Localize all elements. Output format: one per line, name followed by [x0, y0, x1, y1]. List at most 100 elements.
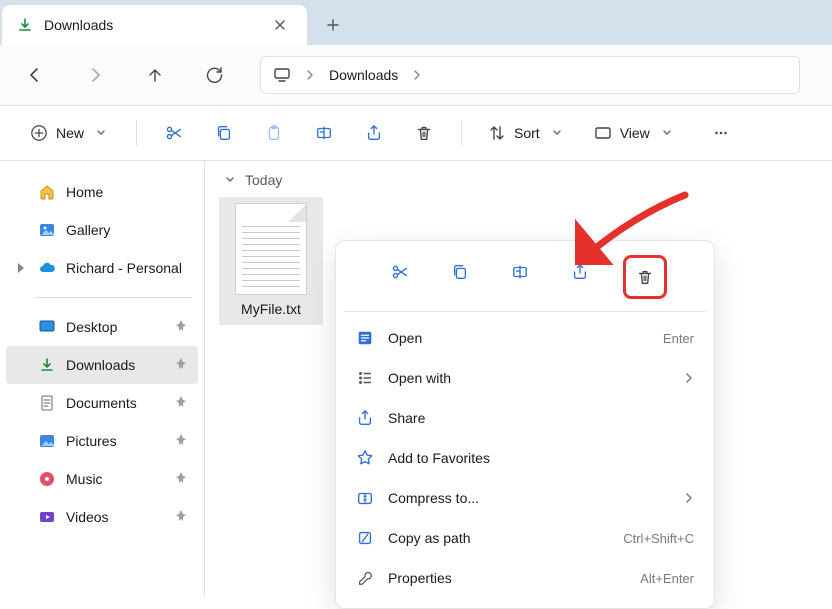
ctx-item-label: Copy as path [388, 530, 609, 546]
divider [136, 120, 137, 146]
download-arrow-icon [16, 16, 34, 34]
videos-icon [38, 508, 56, 526]
new-button-label: New [56, 125, 84, 141]
forward-button[interactable] [80, 60, 110, 90]
sort-label: Sort [514, 125, 540, 141]
rename-button[interactable] [303, 114, 345, 152]
ctx-item-copy-path[interactable]: Copy as path Ctrl+Shift+C [344, 518, 706, 558]
scissors-icon [165, 124, 183, 142]
view-label: View [620, 125, 650, 141]
ctx-item-label: Compress to... [388, 490, 670, 506]
chevron-down-icon [548, 124, 566, 142]
nav-row: Downloads [0, 45, 832, 105]
ctx-item-open-with[interactable]: Open with [344, 358, 706, 398]
ctx-item-accel: Alt+Enter [640, 571, 694, 586]
copy-icon [215, 124, 233, 142]
document-icon [38, 394, 56, 412]
tab-downloads[interactable]: Downloads [2, 5, 307, 45]
breadcrumb-segment[interactable]: Downloads [329, 67, 398, 83]
sidebar-item-label: Downloads [66, 357, 135, 373]
sidebar-item-documents[interactable]: Documents [6, 384, 198, 422]
share-icon [365, 124, 383, 142]
sidebar-item-home[interactable]: Home [6, 173, 198, 211]
sidebar-item-label: Desktop [66, 319, 117, 335]
trash-icon [415, 124, 433, 142]
group-header-label: Today [245, 172, 282, 188]
sidebar-item-label: Pictures [66, 433, 117, 449]
file-item[interactable]: MyFile.txt [219, 197, 323, 325]
chevron-right-icon [684, 493, 694, 503]
ctx-item-open[interactable]: Open Enter [344, 318, 706, 358]
highlighted-delete [623, 255, 667, 299]
file-name: MyFile.txt [223, 301, 319, 317]
sidebar-item-videos[interactable]: Videos [6, 498, 198, 536]
sidebar-item-music[interactable]: Music [6, 460, 198, 498]
ctx-cut-button[interactable] [383, 255, 417, 289]
copy-icon [451, 263, 469, 281]
delete-button[interactable] [403, 114, 445, 152]
sidebar-item-desktop[interactable]: Desktop [6, 308, 198, 346]
pin-icon [174, 395, 190, 411]
context-menu: Open Enter Open with Share Add to Favori… [335, 240, 715, 609]
download-arrow-icon [38, 356, 56, 374]
pin-icon [174, 319, 190, 335]
sidebar: Home Gallery Richard - Personal Desktop … [0, 161, 205, 597]
rename-icon [315, 124, 333, 142]
sidebar-item-onedrive[interactable]: Richard - Personal [6, 249, 198, 287]
new-button[interactable]: New [20, 120, 120, 146]
new-tab-button[interactable] [313, 5, 353, 45]
ctx-item-share[interactable]: Share [344, 398, 706, 438]
breadcrumb[interactable]: Downloads [260, 56, 800, 94]
ctx-item-label: Properties [388, 570, 626, 586]
pin-icon [174, 509, 190, 525]
command-bar: New Sort [0, 105, 832, 161]
cloud-icon [38, 259, 56, 277]
sidebar-item-gallery[interactable]: Gallery [6, 211, 198, 249]
copy-button[interactable] [203, 114, 245, 152]
share-icon [356, 409, 374, 427]
sidebar-item-pictures[interactable]: Pictures [6, 422, 198, 460]
more-button[interactable] [700, 114, 742, 152]
ctx-item-label: Add to Favorites [388, 450, 694, 466]
cut-button[interactable] [153, 114, 195, 152]
group-header-today[interactable]: Today [221, 171, 818, 189]
open-with-icon [356, 369, 374, 387]
gallery-icon [38, 221, 56, 239]
share-button[interactable] [353, 114, 395, 152]
sort-icon [488, 124, 506, 142]
up-button[interactable] [140, 60, 170, 90]
ctx-share-button[interactable] [563, 255, 597, 289]
sidebar-item-downloads[interactable]: Downloads [6, 346, 198, 384]
archive-icon [356, 489, 374, 507]
ctx-delete-button[interactable] [628, 260, 662, 294]
more-icon [712, 124, 730, 142]
ctx-item-favorites[interactable]: Add to Favorites [344, 438, 706, 478]
ctx-item-properties[interactable]: Properties Alt+Enter [344, 558, 706, 598]
clipboard-icon [265, 124, 283, 142]
star-icon [356, 449, 374, 467]
pin-icon [174, 357, 190, 373]
file-thumbnail [235, 203, 307, 295]
pin-icon [174, 433, 190, 449]
plus-circle-icon [30, 124, 48, 142]
ctx-item-label: Open [388, 330, 649, 346]
ctx-item-accel: Ctrl+Shift+C [623, 531, 694, 546]
view-button[interactable]: View [584, 120, 686, 146]
pin-icon [174, 471, 190, 487]
ctx-item-compress[interactable]: Compress to... [344, 478, 706, 518]
ctx-copy-button[interactable] [443, 255, 477, 289]
refresh-button[interactable] [200, 60, 230, 90]
desktop-icon [38, 318, 56, 336]
back-button[interactable] [20, 60, 50, 90]
context-menu-quick-actions [344, 251, 706, 312]
ctx-rename-button[interactable] [503, 255, 537, 289]
paste-button[interactable] [253, 114, 295, 152]
sidebar-item-label: Videos [66, 509, 109, 525]
sidebar-item-label: Home [66, 184, 103, 200]
sort-button[interactable]: Sort [478, 120, 576, 146]
chevron-right-icon [684, 373, 694, 383]
tab-close-button[interactable] [267, 12, 293, 38]
chevron-down-icon [658, 124, 676, 142]
ctx-item-label: Share [388, 410, 694, 426]
open-icon [356, 329, 374, 347]
